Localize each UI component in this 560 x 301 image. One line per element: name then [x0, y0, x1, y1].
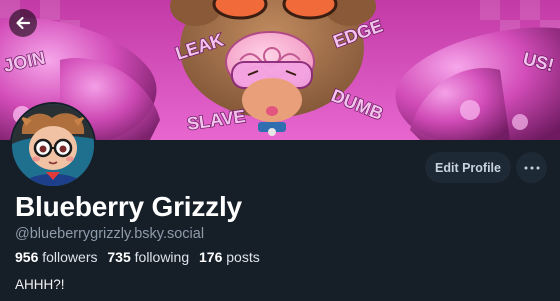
more-options-button[interactable]: [516, 152, 547, 183]
posts-stat: 176 posts: [199, 249, 260, 265]
profile-handle: @blueberrygrizzly.bsky.social: [15, 226, 205, 242]
edit-profile-button[interactable]: Edit Profile: [425, 152, 511, 183]
avatar-artwork: [12, 104, 94, 186]
followers-link[interactable]: 956 followers: [15, 249, 98, 265]
posts-label: posts: [226, 249, 260, 265]
followers-count: 956: [15, 249, 39, 265]
avatar[interactable]: [10, 102, 96, 188]
ellipsis-icon: [524, 166, 539, 169]
display-name: Blueberry Grizzly: [15, 191, 242, 222]
back-button[interactable]: [9, 9, 37, 37]
profile-stats: 956 followers 735 following 176 posts: [15, 249, 260, 265]
posts-count: 176: [199, 249, 223, 265]
profile-bio: AHHH?!: [15, 277, 65, 292]
following-count: 735: [107, 249, 131, 265]
followers-label: followers: [42, 249, 98, 265]
following-link[interactable]: 735 following: [107, 249, 189, 265]
arrow-left-icon: [16, 16, 31, 30]
following-label: following: [134, 249, 190, 265]
